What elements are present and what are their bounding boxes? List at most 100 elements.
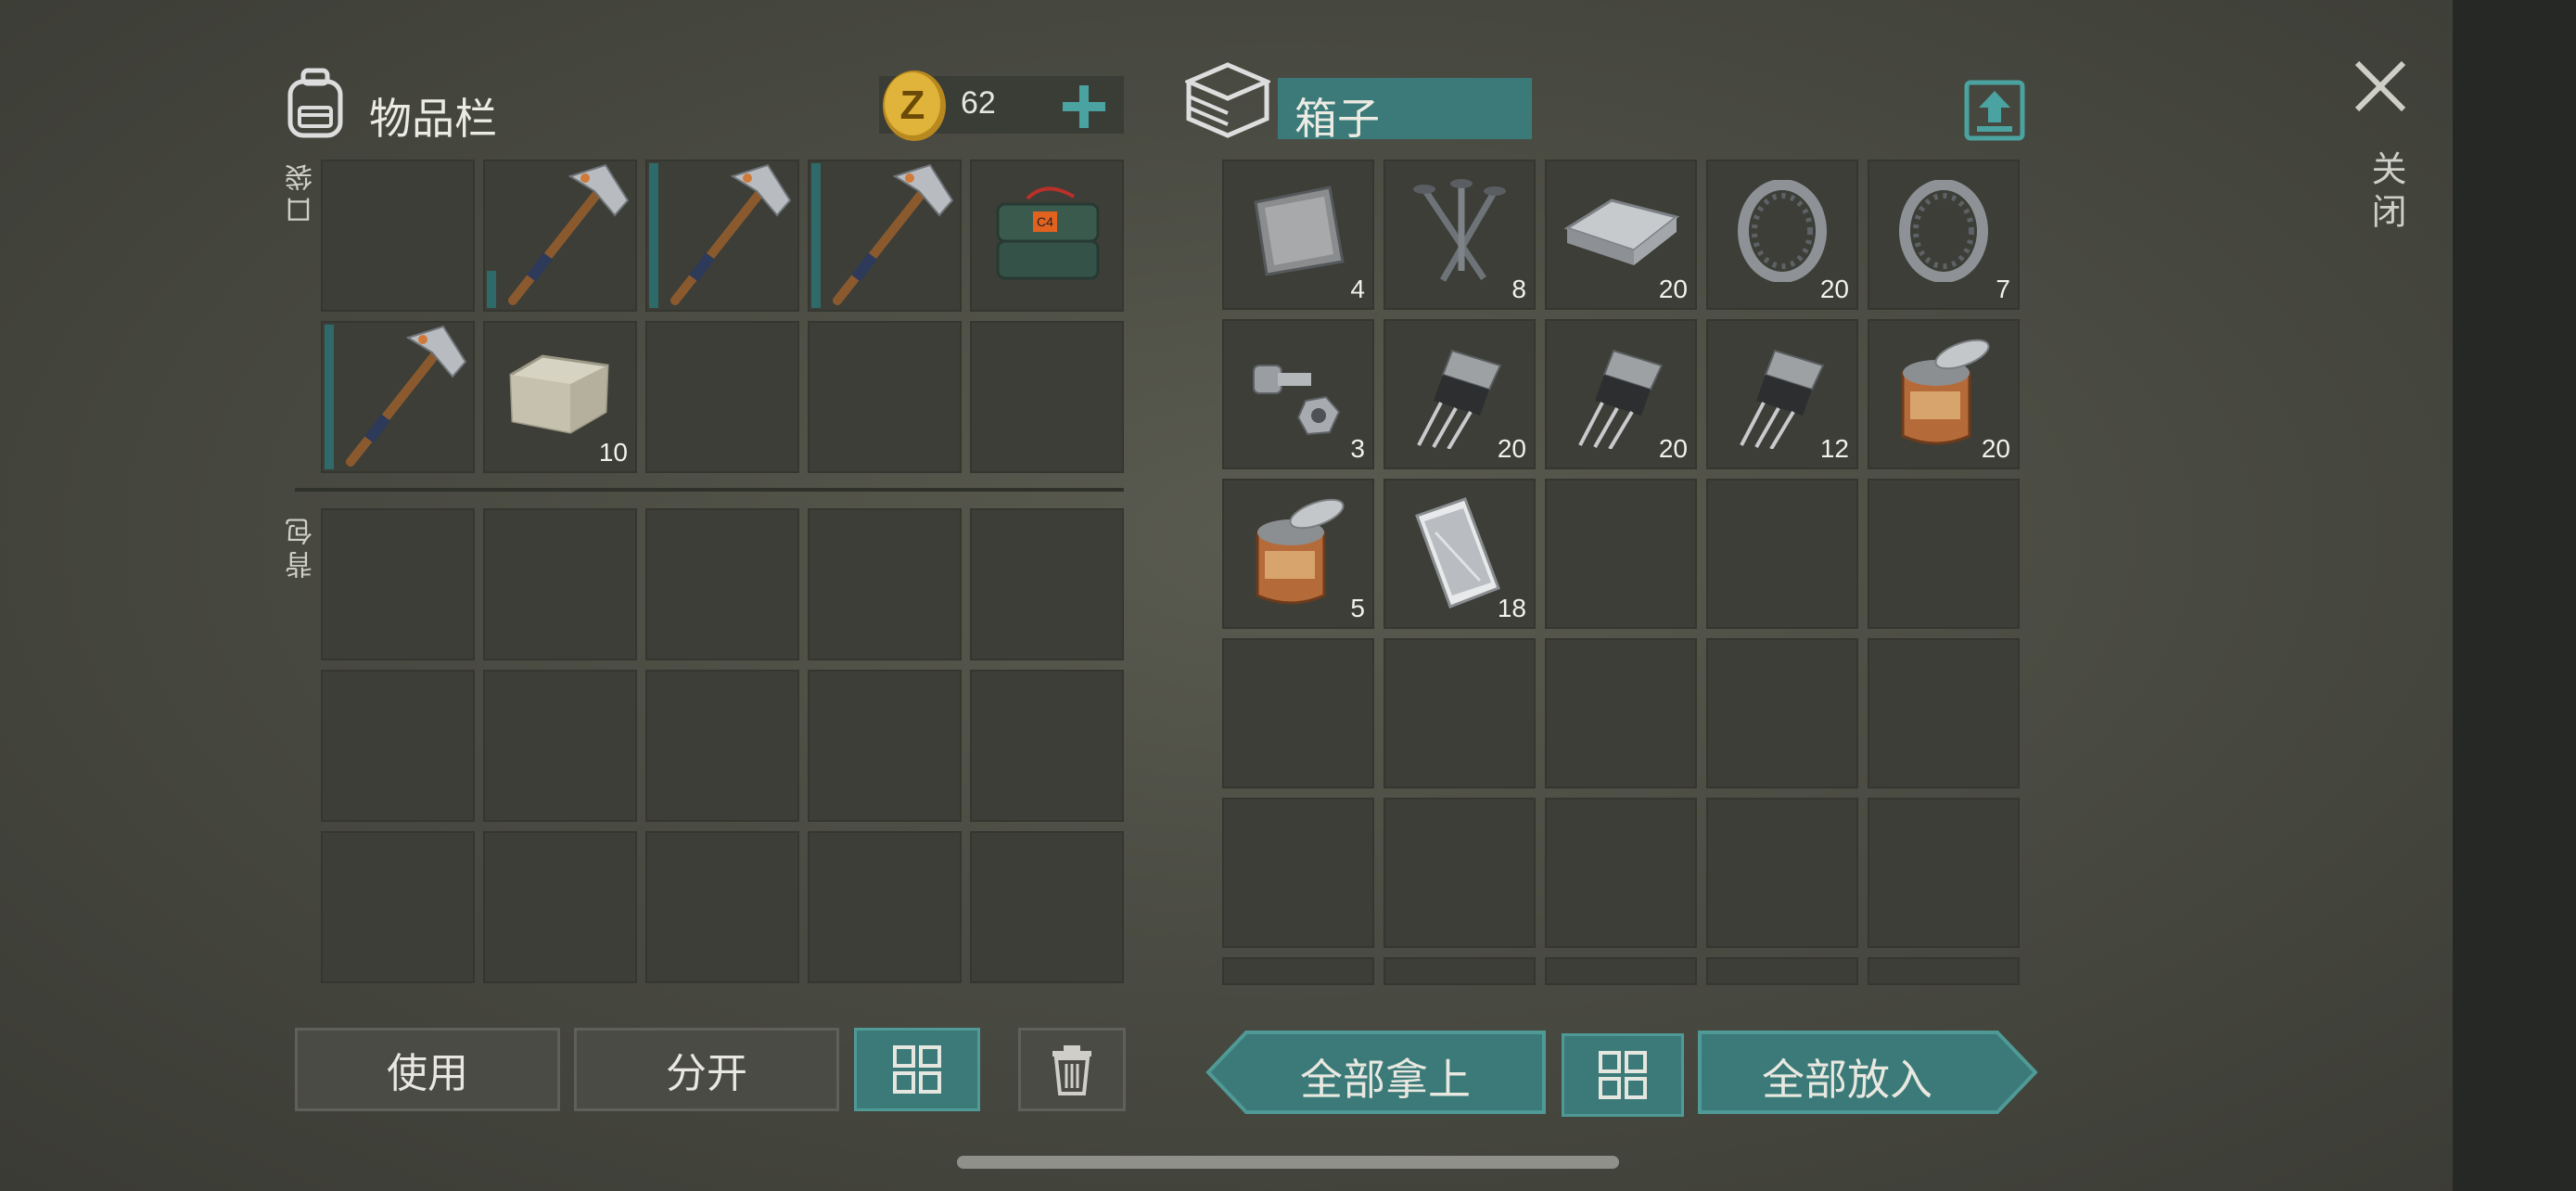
- backpack-slot[interactable]: [808, 831, 962, 983]
- pocket-slot[interactable]: [808, 160, 962, 312]
- box-slot[interactable]: 3: [1222, 319, 1374, 469]
- backpack-slot[interactable]: [970, 831, 1124, 983]
- box-slot[interactable]: [1706, 479, 1858, 629]
- svg-text:Z: Z: [900, 83, 925, 128]
- box-icon: [1182, 61, 1273, 139]
- backpack-slot[interactable]: [808, 670, 962, 822]
- box-slot[interactable]: [1868, 957, 2020, 985]
- item-count: 20: [1819, 275, 1849, 303]
- pocket-slot[interactable]: [321, 321, 475, 473]
- box-slot[interactable]: [1384, 798, 1536, 948]
- backpack-slot[interactable]: [483, 831, 637, 983]
- item-count: 4: [1350, 275, 1365, 303]
- backpack-slot[interactable]: [483, 670, 637, 822]
- box-slot[interactable]: 20: [1545, 319, 1697, 469]
- take-all-button[interactable]: 全部拿上: [1205, 1030, 1547, 1115]
- box-slot[interactable]: [1222, 957, 1374, 985]
- explosive-icon: C4: [990, 180, 1105, 299]
- coin-count: 62: [961, 85, 996, 121]
- bolt-nut-icon: [1250, 356, 1343, 443]
- upload-button[interactable]: [1964, 80, 2025, 141]
- box-slot[interactable]: [1868, 479, 2020, 629]
- transistor-icon: [1573, 345, 1669, 453]
- box-slot[interactable]: [1222, 798, 1374, 948]
- hammer-icon: [330, 325, 469, 473]
- upload-icon: [1964, 80, 2025, 141]
- box-slot[interactable]: [1706, 798, 1858, 948]
- backpack-slot[interactable]: [645, 831, 799, 983]
- box-slot[interactable]: 18: [1384, 479, 1536, 629]
- item-count: 10: [598, 438, 628, 467]
- box-slot[interactable]: 7: [1868, 160, 2020, 310]
- box-slot[interactable]: [1868, 798, 2020, 948]
- box-slot[interactable]: [1706, 638, 1858, 788]
- box-slot[interactable]: 4: [1222, 160, 1374, 310]
- hammer-icon: [655, 163, 794, 312]
- right-edge-panel: [2453, 0, 2576, 1191]
- backpack-slot[interactable]: [321, 508, 475, 660]
- box-slot[interactable]: [1545, 798, 1697, 948]
- nails-icon: [1406, 178, 1513, 293]
- backpack-slot[interactable]: [970, 508, 1124, 660]
- box-slot[interactable]: [1868, 638, 2020, 788]
- pocket-slot[interactable]: 10: [483, 321, 637, 473]
- box-slot[interactable]: 8: [1384, 160, 1536, 310]
- bearing-icon: [1899, 179, 1988, 286]
- pocket-slot[interactable]: [808, 321, 962, 473]
- box-slot[interactable]: 20: [1384, 319, 1536, 469]
- pocket-slot[interactable]: [645, 321, 799, 473]
- sort-inventory-button[interactable]: [854, 1028, 980, 1111]
- pocket-slot[interactable]: [483, 160, 637, 312]
- box-slot[interactable]: [1545, 957, 1697, 985]
- box-slot[interactable]: [1222, 638, 1374, 788]
- section-divider: [295, 488, 1124, 492]
- close-label[interactable]: 关闭: [2361, 150, 2412, 236]
- pocket-slot[interactable]: [645, 160, 799, 312]
- backpack-slot[interactable]: [645, 508, 799, 660]
- close-icon: [2354, 60, 2406, 112]
- box-slot[interactable]: [1545, 479, 1697, 629]
- transistor-icon: [1734, 345, 1830, 453]
- box-slot[interactable]: [1384, 638, 1536, 788]
- pocket-slot[interactable]: C4: [970, 160, 1124, 312]
- item-count: 7: [1996, 275, 2010, 303]
- backpack-slot[interactable]: [321, 831, 475, 983]
- pocket-label: 口袋: [286, 158, 318, 224]
- backpack-slot[interactable]: [321, 670, 475, 822]
- sort-box-button[interactable]: [1562, 1033, 1684, 1117]
- box-slot[interactable]: [1384, 957, 1536, 985]
- pocket-slot[interactable]: [970, 321, 1124, 473]
- box-slot[interactable]: [1545, 638, 1697, 788]
- item-count: 20: [1658, 434, 1688, 463]
- backpack-slot[interactable]: [808, 508, 962, 660]
- box-slot[interactable]: 5: [1222, 479, 1374, 629]
- box-slot[interactable]: [1706, 957, 1858, 985]
- put-all-button[interactable]: 全部放入: [1697, 1030, 2038, 1115]
- inventory-title: 物品栏: [369, 94, 497, 144]
- trash-icon: [1052, 1045, 1091, 1095]
- item-count: 12: [1819, 434, 1849, 463]
- backpack-slot[interactable]: [483, 508, 637, 660]
- item-count: 3: [1350, 434, 1365, 463]
- tin-can-icon: [1244, 495, 1352, 616]
- item-count: 8: [1511, 275, 1526, 303]
- use-button[interactable]: 使用: [295, 1028, 560, 1111]
- box-slot[interactable]: 20: [1868, 319, 2020, 469]
- smartphone-icon: [1411, 495, 1504, 616]
- backpack-slot[interactable]: [970, 670, 1124, 822]
- delete-button[interactable]: [1018, 1028, 1126, 1111]
- box-slot[interactable]: 20: [1706, 160, 1858, 310]
- box-slot[interactable]: 20: [1545, 160, 1697, 310]
- coin-icon: Z: [879, 67, 950, 145]
- close-button[interactable]: [2352, 58, 2409, 115]
- add-coins-button[interactable]: [1059, 82, 1109, 132]
- item-count: 20: [1981, 434, 2010, 463]
- grid-sort-icon: [1599, 1051, 1647, 1099]
- home-indicator: [957, 1156, 1619, 1169]
- bearing-icon: [1738, 179, 1827, 286]
- backpack-slot[interactable]: [645, 670, 799, 822]
- pocket-slot[interactable]: [321, 160, 475, 312]
- iron-ingot-icon: [1563, 191, 1680, 273]
- split-button[interactable]: 分开: [574, 1028, 839, 1111]
- box-slot[interactable]: 12: [1706, 319, 1858, 469]
